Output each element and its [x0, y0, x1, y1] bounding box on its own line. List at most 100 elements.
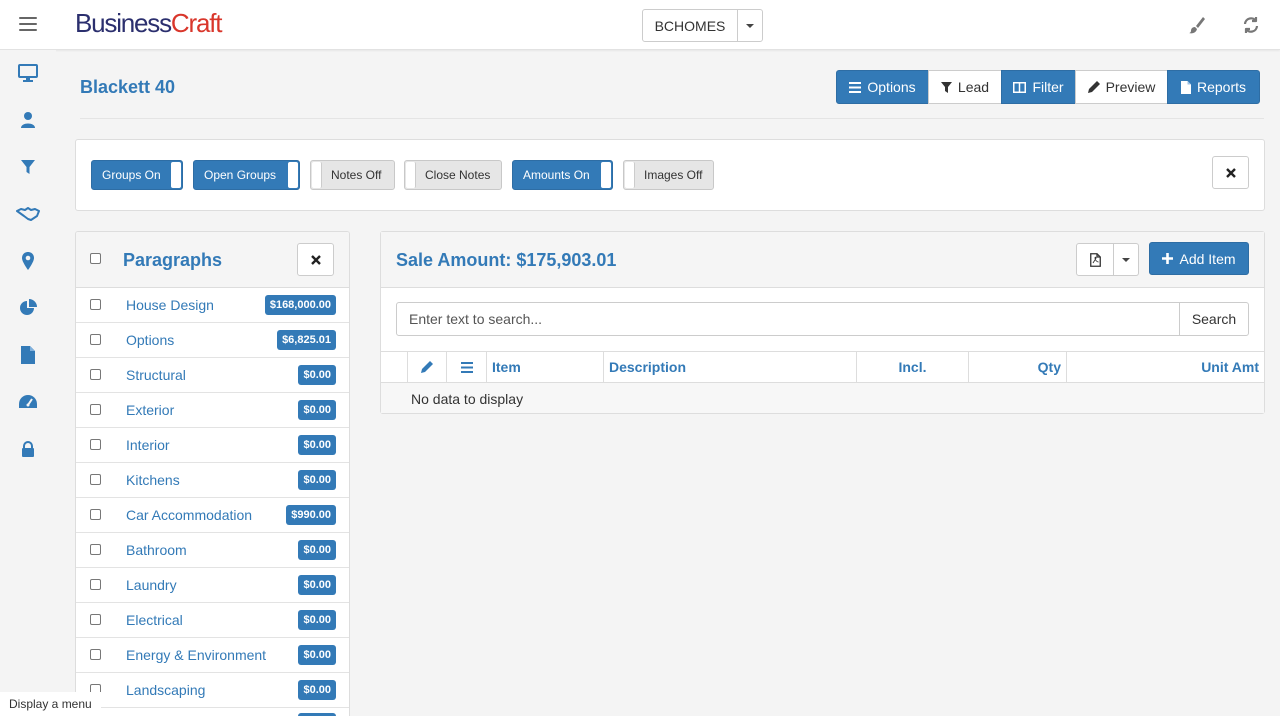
paragraph-row[interactable]: Landscaping $0.00 [76, 673, 349, 708]
paragraph-row[interactable]: Interior $0.00 [76, 428, 349, 463]
sidebar-item-location[interactable] [0, 238, 56, 284]
groups-toggle[interactable]: Groups On [91, 160, 183, 190]
description-column[interactable]: Description [603, 352, 856, 382]
paragraph-row[interactable]: Laundry $0.00 [76, 568, 349, 603]
caret-down-icon [746, 23, 754, 28]
pdf-export-group [1076, 243, 1139, 276]
edit-column[interactable] [407, 352, 446, 382]
amount-badge: $0.00 [298, 470, 336, 490]
sidebar-item-dashboard[interactable] [0, 379, 56, 425]
toggle-knob [171, 162, 181, 188]
lead-button[interactable]: Lead [928, 70, 1002, 104]
paintbrush-icon[interactable] [1186, 15, 1206, 35]
toggle-knob [601, 162, 611, 188]
document-icon [21, 346, 35, 364]
sidebar-item-handshake[interactable] [0, 191, 56, 237]
items-grid-header: Item Description Incl. Qty Unit Amt [381, 351, 1264, 383]
toggle-knob [625, 162, 635, 188]
amount-badge: $0.00 [298, 610, 336, 630]
pdf-export-button[interactable] [1076, 243, 1114, 276]
paragraph-row[interactable]: Bathroom $0.00 [76, 533, 349, 568]
item-search-input[interactable] [396, 302, 1180, 336]
sidebar [0, 50, 56, 716]
plus-icon [1162, 253, 1174, 264]
file-icon [1180, 80, 1191, 94]
paragraph-checkbox[interactable] [90, 509, 101, 520]
paragraphs-header: Paragraphs [76, 232, 349, 288]
paragraph-checkbox[interactable] [90, 544, 101, 555]
sidebar-item-reports[interactable] [0, 285, 56, 331]
page-title: Blackett 40 [80, 77, 176, 97]
reports-button[interactable]: Reports [1167, 70, 1260, 104]
filter-icon [940, 81, 952, 93]
qty-column[interactable]: Qty [968, 352, 1066, 382]
amount-badge: $0.00 [298, 365, 336, 385]
sidebar-item-desktop[interactable] [0, 50, 56, 96]
paragraph-checkbox[interactable] [90, 299, 101, 310]
open-groups-toggle[interactable]: Open Groups [193, 160, 300, 190]
caret-down-icon [1122, 257, 1130, 262]
company-dropdown-toggle[interactable] [738, 10, 762, 41]
pencil-icon [1087, 81, 1100, 93]
paragraph-row[interactable]: House Design $168,000.00 [76, 288, 349, 323]
paragraph-checkbox[interactable] [90, 439, 101, 450]
pdf-export-dropdown[interactable] [1114, 243, 1139, 276]
title-divider [80, 118, 1264, 119]
amounts-toggle[interactable]: Amounts On [512, 160, 613, 190]
item-column[interactable]: Item [486, 352, 603, 382]
sidebar-item-security[interactable] [0, 426, 56, 472]
dashboard-icon [19, 395, 37, 408]
paragraph-checkbox[interactable] [90, 404, 101, 415]
paragraph-checkbox[interactable] [90, 579, 101, 590]
paragraph-row[interactable]: Options $6,825.01 [76, 323, 349, 358]
sidebar-item-documents[interactable] [0, 332, 56, 378]
paragraph-row[interactable]: Structural $0.00 [76, 358, 349, 393]
add-item-button[interactable]: Add Item [1149, 242, 1249, 275]
paragraph-row[interactable]: Energy & Environment $0.00 [76, 638, 349, 673]
list-icon [460, 361, 473, 373]
filter-button[interactable]: Filter [1001, 70, 1076, 104]
paragraph-checkbox[interactable] [90, 614, 101, 625]
notes-toggle[interactable]: Notes Off [310, 160, 395, 190]
company-select[interactable]: BCHOMES [642, 9, 763, 42]
amount-badge: $168,000.00 [264, 295, 336, 315]
search-button[interactable]: Search [1179, 302, 1249, 336]
refresh-icon[interactable] [1241, 15, 1261, 35]
unit-amt-column[interactable]: Unit Amt [1066, 352, 1264, 382]
handshake-icon [16, 207, 40, 221]
tooltip: Display a menu [0, 692, 101, 716]
paragraph-checkbox[interactable] [90, 369, 101, 380]
sale-amount-title: Sale Amount: $175,903.01 [396, 250, 617, 270]
images-toggle[interactable]: Images Off [623, 160, 714, 190]
paragraph-checkbox[interactable] [90, 474, 101, 485]
paragraph-row[interactable]: Electrical $0.00 [76, 603, 349, 638]
paragraph-checkbox[interactable] [90, 649, 101, 660]
amount-badge: $0.00 [298, 400, 336, 420]
close-icon [310, 254, 321, 265]
close-paragraphs-button[interactable] [297, 243, 334, 276]
empty-grid-row: No data to display [381, 383, 1264, 413]
options-button[interactable]: Options [836, 70, 929, 104]
paragraph-row[interactable]: Kitchens $0.00 [76, 463, 349, 498]
paragraph-row[interactable]: Exterior $0.00 [76, 393, 349, 428]
paragraph-row[interactable]: Car Accommodation $990.00 [76, 498, 349, 533]
close-notes-toggle[interactable]: Close Notes [404, 160, 502, 190]
menu-column[interactable] [446, 352, 486, 382]
close-toggles-button[interactable] [1212, 156, 1249, 189]
select-all-checkbox[interactable] [90, 253, 101, 264]
preview-button[interactable]: Preview [1075, 70, 1168, 104]
paragraph-row-partial[interactable] [76, 708, 349, 716]
sidebar-item-user[interactable] [0, 97, 56, 143]
header-button-group: Options Lead Filter Preview Reports [836, 70, 1260, 104]
hamburger-menu-icon[interactable] [19, 17, 37, 31]
amount-badge: $0.00 [298, 645, 336, 665]
app-logo[interactable]: BusinessCraft [75, 8, 222, 39]
toggle-knob [312, 162, 322, 188]
amount-badge: $0.00 [298, 575, 336, 595]
incl-column[interactable]: Incl. [856, 352, 968, 382]
paragraph-checkbox[interactable] [90, 334, 101, 345]
sidebar-item-filter[interactable] [0, 144, 56, 190]
amount-badge: $990.00 [286, 505, 336, 525]
top-bar: BusinessCraft BCHOMES [0, 0, 1280, 50]
paragraphs-title: Paragraphs [123, 250, 223, 270]
